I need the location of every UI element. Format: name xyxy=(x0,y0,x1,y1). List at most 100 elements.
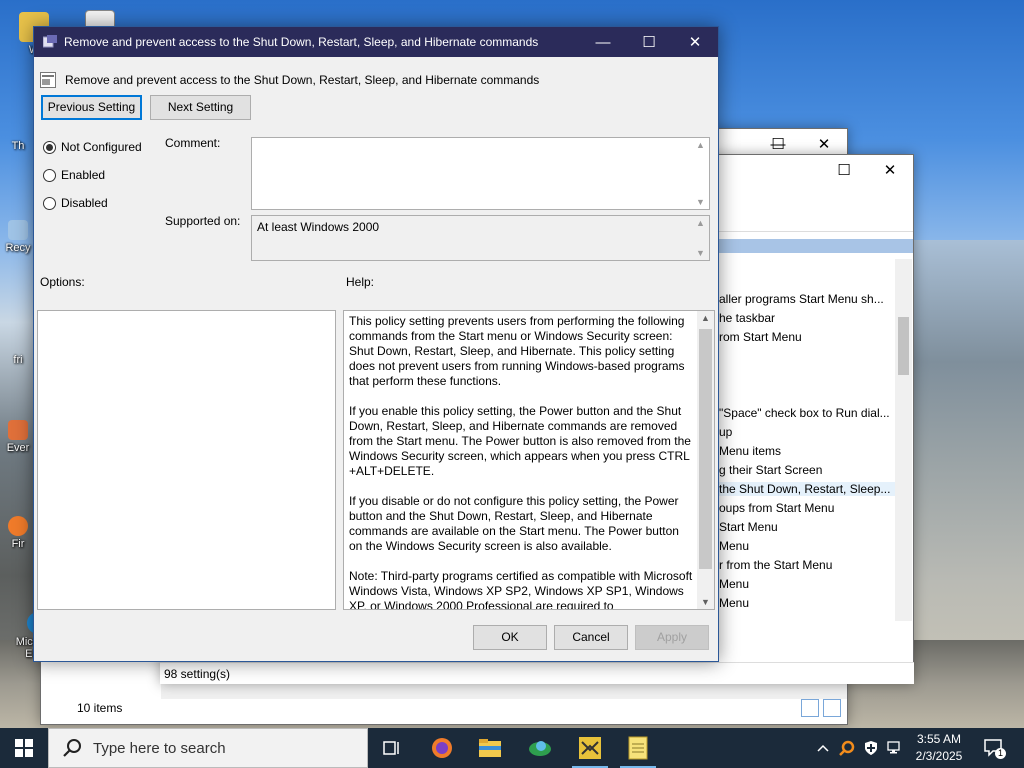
radio-unselected-icon xyxy=(43,196,56,210)
options-label: Options: xyxy=(40,275,85,289)
maximize-icon[interactable]: ☐ xyxy=(821,155,867,185)
supported-on-value: At least Windows 2000 xyxy=(257,220,380,234)
network-globe-icon xyxy=(529,741,551,756)
firefox-icon xyxy=(8,516,28,536)
supported-scrollbar[interactable]: ▲ ▼ xyxy=(692,216,709,260)
settings-count: 98 setting(s) xyxy=(164,667,231,681)
firefox-icon xyxy=(432,738,452,758)
list-item[interactable]: Menu xyxy=(719,539,749,553)
help-scrollbar[interactable]: ▲ ▼ xyxy=(697,311,714,609)
desktop-icon-recycle-bin[interactable]: Recy xyxy=(0,220,36,254)
policy-setting-dialog[interactable]: Remove and prevent access to the Shut Do… xyxy=(33,26,719,662)
app-icon xyxy=(8,420,28,440)
radio-unselected-icon xyxy=(43,168,56,182)
help-text: This policy setting prevents users from … xyxy=(349,314,695,609)
options-pane[interactable] xyxy=(37,310,336,610)
taskbar-search-box[interactable] xyxy=(48,728,368,768)
apply-button[interactable]: Apply xyxy=(635,625,709,650)
start-button[interactable] xyxy=(0,728,48,768)
desktop-icon-file[interactable]: fri xyxy=(0,354,36,366)
show-hidden-icons[interactable] xyxy=(812,728,834,768)
comment-input[interactable]: ▲ ▼ xyxy=(251,137,710,210)
tray-search-app[interactable] xyxy=(836,728,858,768)
list-item[interactable]: rom Start Menu xyxy=(719,330,802,344)
scroll-up-icon[interactable]: ▲ xyxy=(701,313,710,323)
taskbar-network-app[interactable] xyxy=(516,728,564,768)
scrollbar-thumb[interactable] xyxy=(699,329,712,569)
action-center-button[interactable]: 1 xyxy=(978,728,1010,768)
network-icon xyxy=(887,741,900,754)
tray-network[interactable] xyxy=(884,728,906,768)
chevron-up-icon xyxy=(817,744,829,752)
list-item[interactable]: oups from Start Menu xyxy=(719,501,834,515)
taskbar-clock[interactable]: 3:55 AM 2/3/2025 xyxy=(908,731,970,765)
list-item[interactable]: Start Menu xyxy=(719,520,778,534)
list-item[interactable]: r from the Start Menu xyxy=(719,558,832,572)
scrollbar-thumb[interactable] xyxy=(898,317,909,375)
taskbar-notepad[interactable] xyxy=(614,728,662,768)
radio-disabled[interactable]: Disabled xyxy=(43,195,108,211)
policy-app-icon xyxy=(43,35,57,48)
close-icon[interactable]: ✕ xyxy=(867,155,913,185)
list-item[interactable]: "Space" check box to Run dial... xyxy=(719,406,890,420)
policy-name: Remove and prevent access to the Shut Do… xyxy=(65,73,540,87)
scroll-up-icon[interactable]: ▲ xyxy=(696,218,705,228)
list-item[interactable]: g their Start Screen xyxy=(719,463,822,477)
tray-security[interactable] xyxy=(860,728,882,768)
recycle-bin-icon xyxy=(8,220,28,240)
notepad-icon xyxy=(628,736,648,760)
list-item[interactable]: he taskbar xyxy=(719,311,775,325)
search-input[interactable] xyxy=(93,739,333,757)
close-icon[interactable]: ✕ xyxy=(672,27,718,57)
taskbar-group-policy[interactable] xyxy=(566,728,614,768)
help-label: Help: xyxy=(346,275,375,289)
scroll-down-icon[interactable]: ▼ xyxy=(696,248,705,258)
status-item-count: 10 items xyxy=(77,701,123,715)
radio-not-configured[interactable]: Not Configured xyxy=(43,139,142,155)
list-item[interactable]: up xyxy=(719,425,732,439)
list-item[interactable]: Menu items xyxy=(719,444,781,458)
list-item[interactable]: aller programs Start Menu sh... xyxy=(719,292,884,306)
vertical-scrollbar[interactable] xyxy=(895,259,912,621)
scroll-up-icon[interactable]: ▲ xyxy=(696,140,705,150)
details-view-icon[interactable] xyxy=(801,699,819,717)
maximize-icon[interactable]: ☐ xyxy=(626,27,672,57)
task-view-icon xyxy=(383,741,399,755)
magnifier-tray-icon xyxy=(839,740,855,756)
desktop-icon-firefox[interactable]: Fir xyxy=(0,516,36,550)
task-view-button[interactable] xyxy=(368,728,416,768)
shield-icon xyxy=(865,741,877,755)
comment-scrollbar[interactable]: ▲ ▼ xyxy=(692,138,709,209)
cancel-button[interactable]: Cancel xyxy=(554,625,628,650)
radio-selected-icon xyxy=(43,140,56,154)
ok-button[interactable]: OK xyxy=(473,625,547,650)
dialog-title-bar[interactable]: Remove and prevent access to the Shut Do… xyxy=(34,27,718,57)
notification-badge: 1 xyxy=(995,748,1007,759)
clock-time: 3:55 AM xyxy=(916,732,962,746)
folder-icon xyxy=(479,739,501,757)
list-item[interactable]: Menu xyxy=(719,596,749,610)
view-switcher[interactable] xyxy=(801,699,841,717)
help-paragraph: This policy setting prevents users from … xyxy=(349,314,685,388)
desktop-icon-everything[interactable]: Ever xyxy=(0,420,36,454)
dialog-title: Remove and prevent access to the Shut Do… xyxy=(64,35,539,49)
scroll-down-icon[interactable]: ▼ xyxy=(701,597,710,607)
radio-enabled[interactable]: Enabled xyxy=(43,167,105,183)
scroll-down-icon[interactable]: ▼ xyxy=(696,197,705,207)
previous-setting-button[interactable]: Previous Setting xyxy=(41,95,142,120)
taskbar-file-explorer[interactable] xyxy=(466,728,514,768)
horizontal-scrollbar[interactable] xyxy=(161,683,847,699)
list-item-selected[interactable]: the Shut Down, Restart, Sleep... xyxy=(719,482,895,496)
settings-status-bar: 98 setting(s) xyxy=(160,662,914,684)
desktop-icon-this-pc[interactable]: Th xyxy=(0,140,36,152)
large-icons-view-icon[interactable] xyxy=(823,699,841,717)
list-item[interactable]: Menu xyxy=(719,577,749,591)
taskbar-firefox[interactable] xyxy=(418,728,466,768)
help-pane[interactable]: This policy setting prevents users from … xyxy=(343,310,715,610)
minimize-icon[interactable]: — xyxy=(580,27,626,57)
comment-label: Comment: xyxy=(165,136,221,150)
next-setting-button[interactable]: Next Setting xyxy=(150,95,251,120)
policy-header: Remove and prevent access to the Shut Do… xyxy=(40,71,539,89)
supported-on-field: At least Windows 2000 ▲ ▼ xyxy=(251,215,710,261)
policy-setting-icon xyxy=(40,72,56,88)
